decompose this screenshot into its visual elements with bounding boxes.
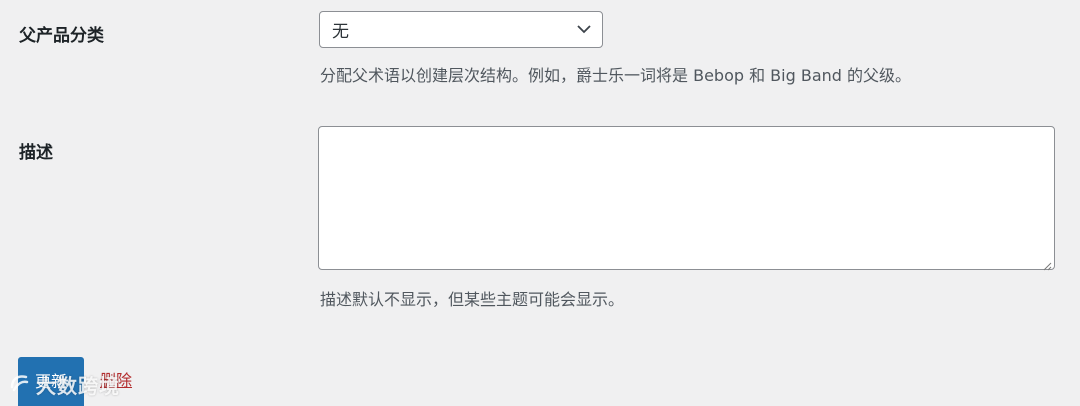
parent-category-select[interactable]: 无 <box>319 11 603 48</box>
delete-link[interactable]: 删除 <box>100 367 132 391</box>
description-help-text: 描述默认不显示，但某些主题可能会显示。 <box>320 290 625 309</box>
description-label: 描述 <box>19 143 53 163</box>
parent-category-help-text: 分配父术语以创建层次结构。例如，爵士乐一词将是 Bebop 和 Big Band… <box>320 66 912 85</box>
description-textarea[interactable] <box>318 126 1055 270</box>
parent-category-label: 父产品分类 <box>19 26 104 46</box>
resize-handle-icon[interactable] <box>1041 256 1052 271</box>
chevron-down-icon <box>576 22 592 38</box>
update-button[interactable]: 更新 <box>18 357 84 406</box>
parent-category-selected-value: 无 <box>332 22 349 42</box>
